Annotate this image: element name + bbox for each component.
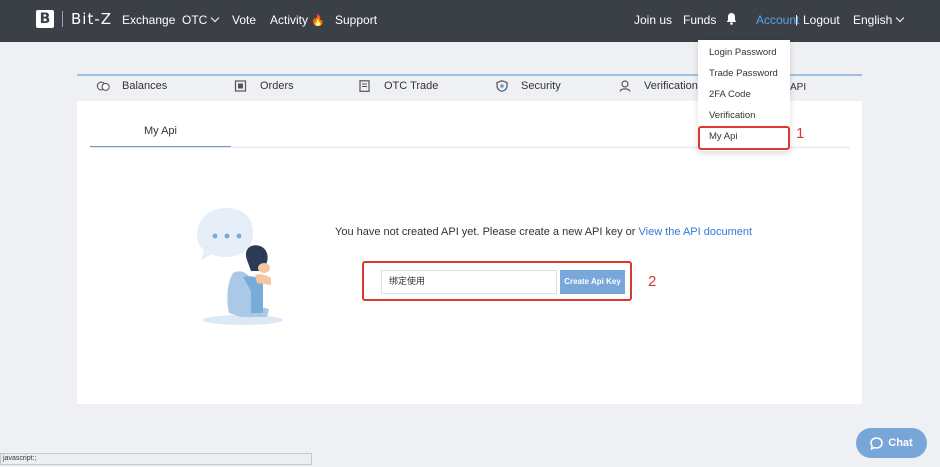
empty-state-illustration	[197, 208, 283, 325]
nav-funds[interactable]: Funds	[683, 13, 716, 27]
nav-join-us[interactable]: Join us	[634, 13, 672, 27]
menu-item-trade-password[interactable]: Trade Password	[709, 68, 778, 79]
annotation-number-2: 2	[648, 273, 657, 290]
api-label-input[interactable]: 绑定使用	[381, 270, 557, 294]
logo-text: Bit-Z	[71, 10, 113, 28]
api-document-link[interactable]: View the API document	[639, 226, 753, 238]
chevron-down-icon	[896, 13, 905, 23]
browser-status-bar: javascript:;	[0, 453, 312, 465]
tab-otc-trade[interactable]: OTC Trade	[358, 80, 438, 92]
tab-verification-label: Verification	[644, 80, 698, 92]
tab-otc-trade-label: OTC Trade	[384, 80, 439, 92]
nav-vote[interactable]: Vote	[232, 13, 256, 27]
tab-balances-label: Balances	[122, 80, 168, 92]
orders-icon	[234, 80, 247, 92]
nav-divider: |	[795, 14, 798, 26]
chat-bubble-icon	[870, 436, 884, 450]
nav-logout[interactable]: Logout	[803, 13, 840, 27]
fire-icon: 🔥	[311, 15, 325, 27]
menu-item-login-password[interactable]: Login Password	[709, 47, 777, 58]
user-icon	[619, 80, 631, 92]
nav-exchange[interactable]: Exchange	[122, 13, 175, 27]
language-label: English	[853, 13, 893, 27]
menu-item-2fa-code[interactable]: 2FA Code	[709, 89, 751, 100]
tab-api-label[interactable]: API	[790, 82, 806, 93]
tab-orders-label: Orders	[260, 80, 294, 92]
chat-label: Chat	[888, 437, 913, 449]
logo-mark: B	[36, 10, 54, 28]
nav-support[interactable]: Support	[335, 13, 377, 27]
document-icon	[359, 80, 370, 92]
menu-item-verification[interactable]: Verification	[709, 110, 755, 121]
chat-button[interactable]: Chat	[856, 428, 927, 458]
tab-verification[interactable]: Verification	[618, 80, 698, 92]
annotation-number-1: 1	[796, 125, 805, 142]
nav-otc[interactable]: OTC	[182, 13, 220, 27]
nav-account[interactable]: Account	[756, 13, 799, 27]
bitz-logo[interactable]: B Bit-Z	[36, 10, 112, 28]
tab-security[interactable]: Security	[495, 80, 561, 92]
chevron-down-icon	[211, 13, 220, 23]
shield-icon	[496, 80, 508, 92]
create-api-key-button[interactable]: Create Api Key	[560, 270, 625, 294]
nav-otc-label: OTC	[182, 13, 208, 27]
logo-divider	[62, 11, 63, 27]
empty-state-text: You have not created API yet. Please cre…	[335, 226, 639, 238]
coins-icon	[96, 81, 110, 91]
tab-orders[interactable]: Orders	[234, 80, 294, 92]
bell-icon[interactable]	[726, 12, 737, 25]
empty-state-message: You have not created API yet. Please cre…	[335, 226, 752, 238]
nav-activity[interactable]: Activity 🔥	[270, 13, 325, 27]
highlight-box-my-api	[698, 126, 790, 150]
nav-activity-label: Activity	[270, 13, 309, 27]
tab-balances[interactable]: Balances	[96, 80, 167, 92]
top-navbar: B Bit-Z Exchange OTC Vote Activity 🔥 Supp…	[0, 0, 940, 42]
language-select[interactable]: English	[853, 13, 905, 27]
tab-security-label: Security	[521, 80, 561, 92]
subtab-my-api[interactable]: My Api	[90, 118, 231, 148]
